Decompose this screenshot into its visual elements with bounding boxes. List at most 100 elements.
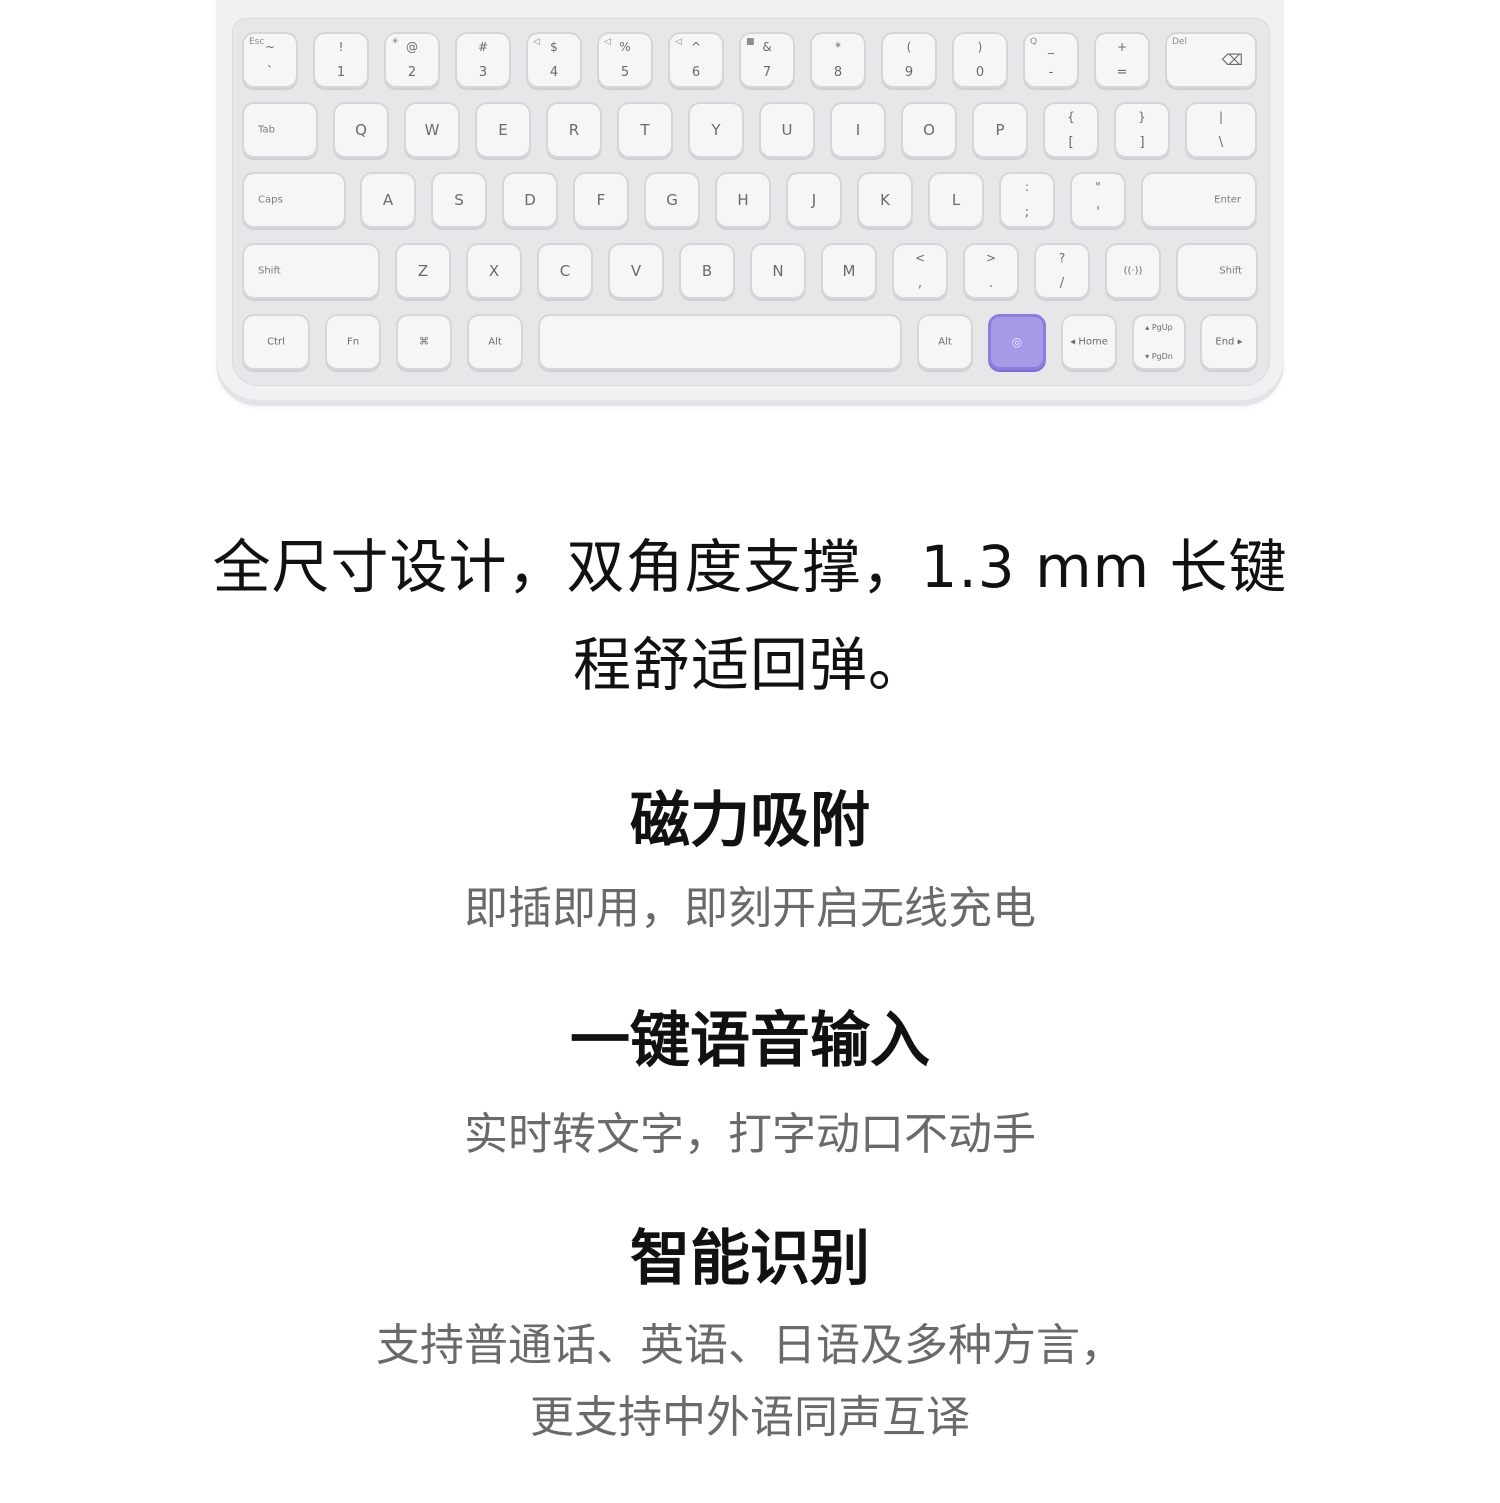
space-key	[538, 314, 902, 370]
key-top-label: :	[1024, 180, 1030, 194]
key-top-label: {	[1067, 110, 1075, 124]
key-bottom-label: ]	[1139, 135, 1145, 150]
key-bottom-label: 5	[620, 65, 630, 80]
key-label: Z	[417, 262, 429, 280]
key: X	[466, 243, 522, 299]
key: Esc ~ `	[242, 32, 298, 88]
feature-desc-smart-recognition: 支持普通话、英语、日语及多种方言， 更支持中外语同声互译	[0, 1310, 1500, 1454]
key-top-label: )	[977, 40, 983, 54]
key: C	[537, 243, 593, 299]
key: Alt	[917, 314, 973, 370]
key-top-label: $	[550, 40, 558, 54]
key: K	[857, 172, 913, 228]
key-label: Shift	[1219, 265, 1242, 277]
key: Del ⌫	[1165, 32, 1257, 88]
key-label: O	[923, 121, 935, 139]
key: ☀ @2	[384, 32, 440, 88]
feature-title-voice-input: 一键语音输入	[570, 1006, 930, 1076]
key: Q	[333, 102, 389, 158]
key-label: ◂ Home	[1070, 336, 1108, 348]
feature-desc-voice-input: 实时转文字，打字动口不动手	[464, 1109, 1036, 1160]
key-bottom-label: ;	[1024, 205, 1030, 220]
key-top-label: #	[477, 40, 489, 54]
keyboard-keys: Esc ~ `! 1 ☀ @2 #3 ◁ $4 ◁% 5 ◁ ^ 6 ■ & 7 * 8(9) 0 Q _ - + = Del ⌫ T…	[0, 0, 1500, 410]
key-label: Alt	[488, 336, 502, 348]
key-bottom-label: 7	[762, 65, 772, 80]
key-label: U	[781, 121, 793, 139]
key: L	[928, 172, 984, 228]
key-label: End ▸	[1215, 336, 1243, 348]
key-bottom-label: 0	[975, 65, 985, 80]
key: Tab	[242, 102, 318, 158]
key: {[	[1043, 102, 1099, 158]
key: S	[431, 172, 487, 228]
feature-desc-line-2: 更支持中外语同声互译	[530, 1392, 970, 1443]
key: B	[679, 243, 735, 299]
key: W	[404, 102, 460, 158]
key: End ▸	[1200, 314, 1258, 370]
headline-line-1: 全尺寸设计，双角度支撑，1.3 mm 长键	[212, 533, 1288, 601]
key: ◁ $4	[526, 32, 582, 88]
key: * 8	[810, 32, 866, 88]
key-label: ⌘	[419, 336, 429, 348]
key-label: V	[630, 262, 642, 280]
key: Y	[688, 102, 744, 158]
key-label: Tab	[258, 124, 275, 136]
key-top-label: !	[338, 40, 344, 54]
key: R	[546, 102, 602, 158]
key-top-label: <	[914, 251, 926, 265]
key-label: S	[454, 191, 464, 209]
key-label: C	[559, 262, 571, 280]
key: Shift	[242, 243, 380, 299]
key: :;	[999, 172, 1055, 228]
key-label: B	[701, 262, 713, 280]
key: Z	[395, 243, 451, 299]
key: Q _ -	[1023, 32, 1079, 88]
key: ⌘	[396, 314, 452, 370]
key-label: Alt	[938, 336, 952, 348]
key: <,	[892, 243, 948, 299]
key-bottom-label: /	[1059, 276, 1065, 291]
key-label: Ctrl	[267, 336, 285, 348]
headline-line-2: 程舒适回弹。	[572, 631, 927, 699]
key: Enter	[1141, 172, 1257, 228]
key: " '	[1070, 172, 1126, 228]
key-label: Fn	[346, 336, 360, 348]
key-top-label: ~	[264, 40, 276, 54]
key-label: D	[524, 191, 536, 209]
key: ▴ PgUp ▾ PgDn	[1132, 314, 1186, 370]
key-fn-label: Del	[1172, 37, 1187, 47]
key: U	[759, 102, 815, 158]
key-top-label: %	[619, 40, 631, 54]
key-top-label: "	[1095, 180, 1101, 194]
key-label: Enter	[1214, 194, 1241, 206]
key: G	[644, 172, 700, 228]
key-bottom-label: -	[1048, 65, 1054, 80]
key-bottom-label: \	[1218, 135, 1224, 150]
key-label: Caps	[258, 194, 283, 206]
key: >.	[963, 243, 1019, 299]
key-label: A	[382, 191, 394, 209]
key-bottom-label: .	[988, 276, 994, 291]
key: (9	[881, 32, 937, 88]
key-top-label: >	[985, 251, 997, 265]
key-top-label: }	[1138, 110, 1146, 124]
key: ◁% 5	[597, 32, 653, 88]
key: I	[830, 102, 886, 158]
voice-icon: ◎	[1011, 335, 1023, 349]
key: }]	[1114, 102, 1170, 158]
key: H	[715, 172, 771, 228]
key-bottom-label: 1	[336, 65, 346, 80]
key-bottom-label: 6	[691, 65, 701, 80]
key-label: G	[666, 191, 678, 209]
key-bottom-label: 2	[407, 65, 417, 80]
key: ■ & 7	[739, 32, 795, 88]
key-bottom-label: 8	[833, 65, 843, 80]
key-label: Shift	[258, 265, 281, 277]
key-label: X	[488, 262, 500, 280]
key: D	[502, 172, 558, 228]
key-bottom-label: 3	[478, 65, 488, 80]
key: A	[360, 172, 416, 228]
key: P	[972, 102, 1028, 158]
key-bottom-label: ▾ PgDn	[1145, 352, 1173, 361]
